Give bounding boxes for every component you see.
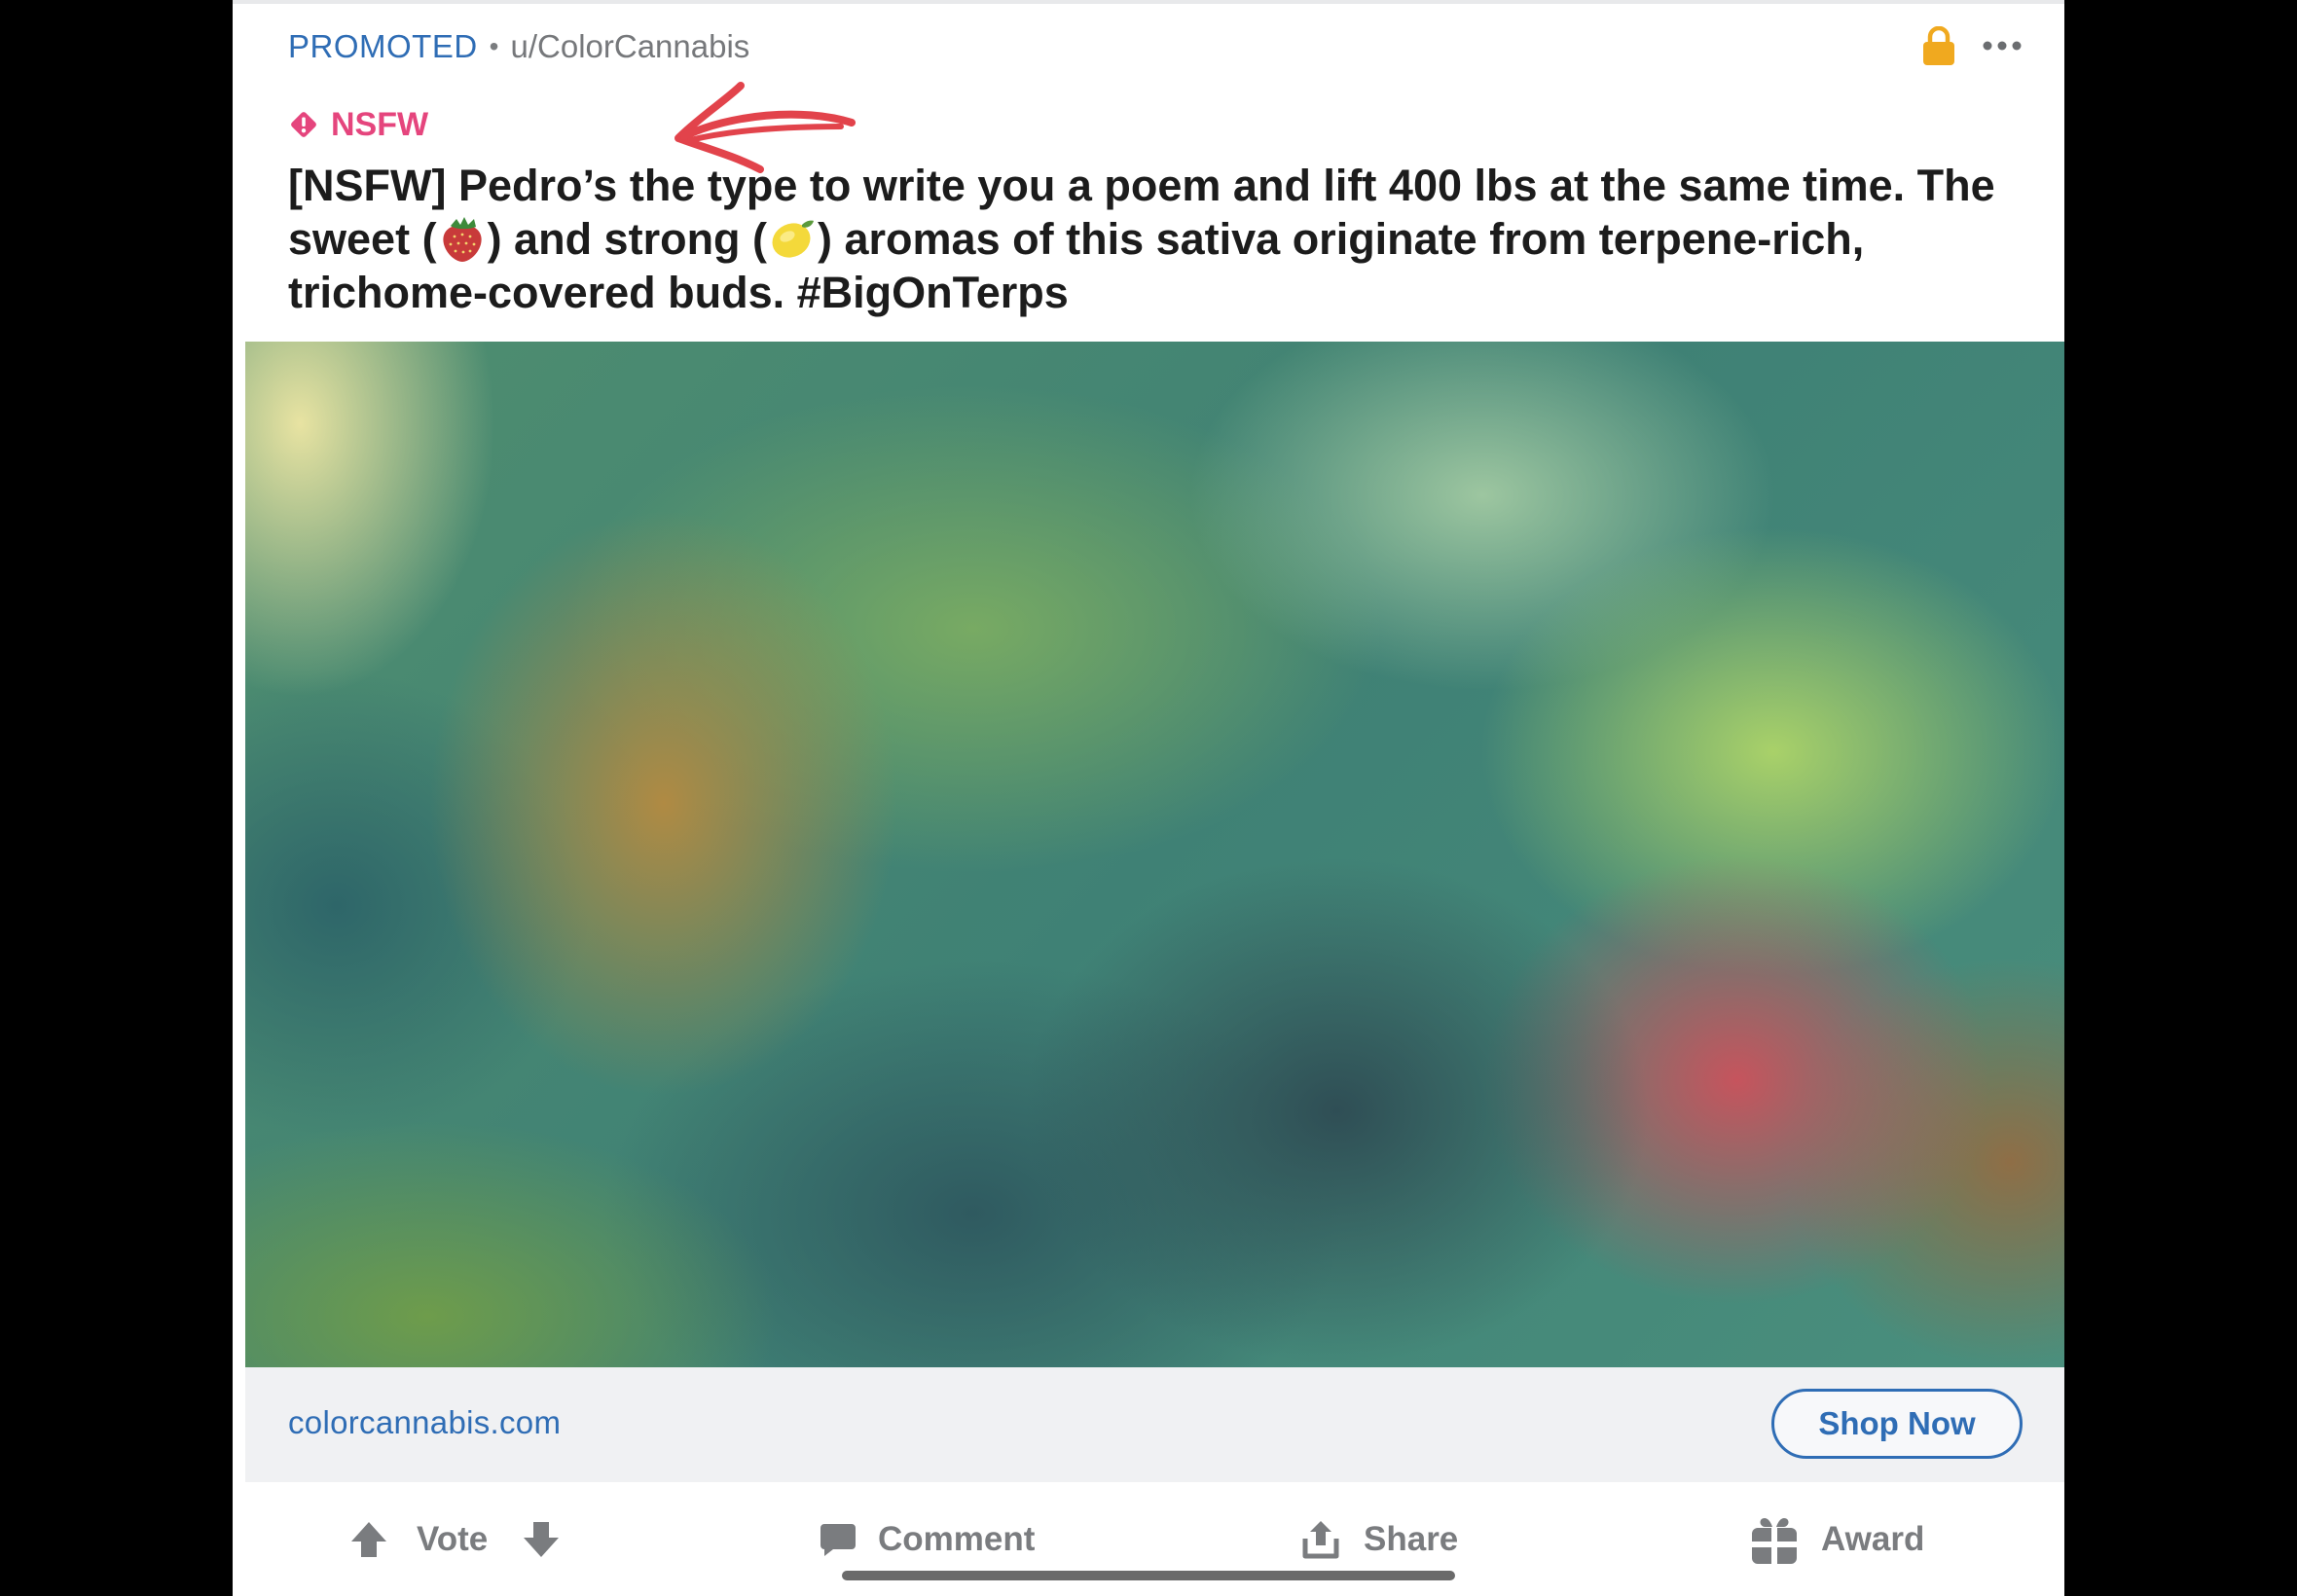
more-options-icon[interactable] [1981, 35, 2024, 56]
post-meta: PROMOTED • u/ColorCannabis [288, 23, 749, 70]
comment-bubble-icon [820, 1524, 856, 1556]
post-title-part-2: ) and strong ( [487, 214, 768, 264]
ad-domain-link[interactable]: colorcannabis.com [288, 1404, 561, 1441]
post-title[interactable]: [NSFW] Pedro’s the type to write you a p… [288, 159, 2021, 319]
nsfw-diamond-icon [291, 112, 316, 137]
author-link[interactable]: u/ColorCannabis [510, 28, 749, 65]
share-label: Share [1364, 1520, 1459, 1558]
shop-now-button[interactable]: Shop Now [1771, 1389, 2023, 1459]
share-button[interactable]: Share [1301, 1510, 1458, 1569]
lemon-emoji-icon [772, 220, 815, 258]
downvote-arrow-icon[interactable] [523, 1520, 560, 1559]
nsfw-label: NSFW [331, 105, 429, 143]
lock-icon [1923, 26, 1954, 65]
vote-label: Vote [417, 1520, 489, 1558]
comment-label: Comment [878, 1520, 1036, 1558]
ad-link-bar[interactable]: colorcannabis.com Shop Now [245, 1367, 2064, 1482]
home-indicator[interactable] [842, 1571, 1455, 1580]
post-media-image[interactable] [245, 342, 2064, 1367]
gift-icon [1752, 1518, 1797, 1564]
upvote-arrow-icon[interactable] [350, 1520, 387, 1559]
card-top-divider [233, 0, 2064, 4]
award-label: Award [1821, 1520, 1925, 1558]
award-button[interactable]: Award [1751, 1510, 1924, 1569]
comment-button[interactable]: Comment [820, 1510, 1035, 1569]
strawberry-emoji-icon [442, 217, 482, 262]
share-icon [1302, 1521, 1339, 1559]
meta-separator: • [489, 31, 499, 61]
nsfw-tag: NSFW [288, 101, 428, 148]
vote-group: Vote [350, 1510, 560, 1569]
promoted-label: PROMOTED [288, 28, 478, 64]
promoted-post-card: PROMOTED • u/ColorCannabis NSFW [NSFW] P… [233, 0, 2064, 1596]
